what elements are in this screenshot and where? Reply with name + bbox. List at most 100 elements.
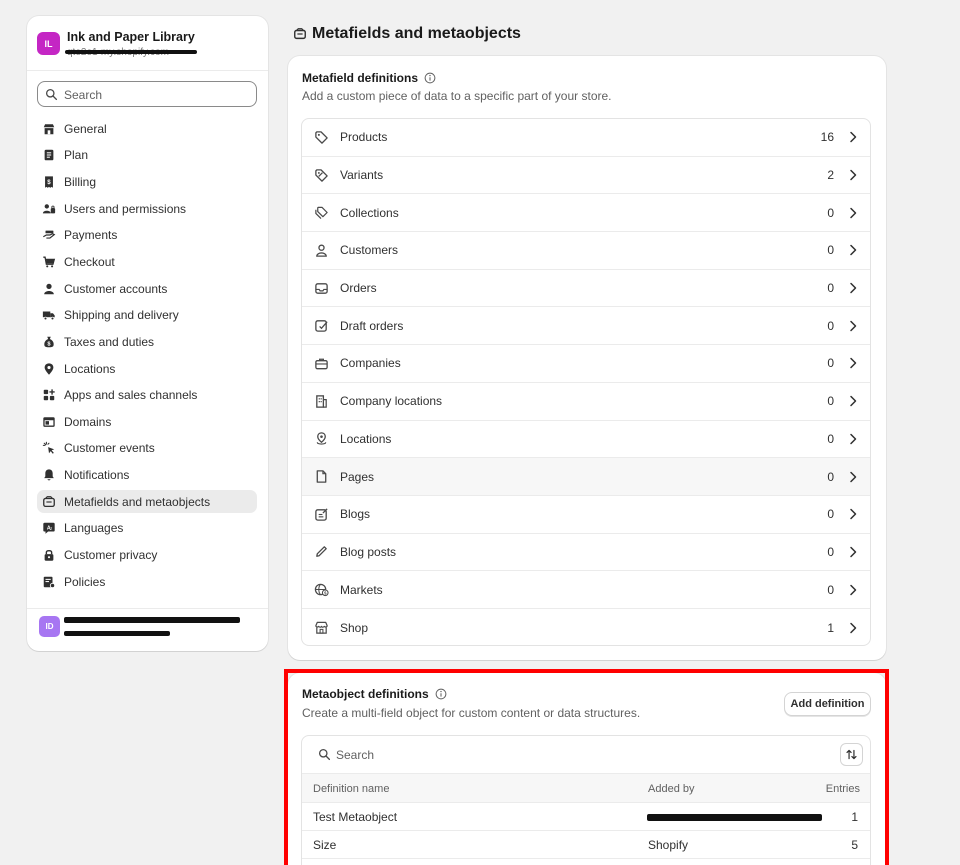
payment-hand-icon <box>41 227 57 243</box>
sidebar-item-users-and-permissions[interactable]: Users and permissions <box>37 197 257 221</box>
lock-icon <box>41 547 57 563</box>
variant-tag-icon <box>313 167 329 183</box>
sidebar-item-label: Customer privacy <box>64 548 158 562</box>
definition-count: 0 <box>827 394 834 409</box>
sidebar-item-label: General <box>64 121 107 136</box>
user-account[interactable]: ID <box>39 614 259 644</box>
definition-row-variants[interactable]: Variants 2 <box>302 157 870 195</box>
divider <box>27 70 268 71</box>
shop-icon <box>313 620 329 636</box>
metafield-definitions-card: Metafield definitions Add a custom piece… <box>288 56 886 660</box>
chevron-right-icon <box>850 245 857 256</box>
sidebar-item-payments[interactable]: Payments <box>37 224 257 248</box>
page-title-text: Metafields and metaobjects <box>312 25 521 42</box>
money-bag-icon: $ <box>41 334 57 350</box>
users-icon <box>41 201 57 217</box>
cursor-click-icon <box>41 440 57 456</box>
sidebar-item-apps-and-sales-channels[interactable]: Apps and sales channels <box>37 383 257 407</box>
user-avatar: ID <box>39 616 60 637</box>
settings-sidebar: IL Ink and Paper Library qte2e1-my.shopi… <box>27 16 268 651</box>
definition-row-markets[interactable]: $ Markets 0 <box>302 571 870 609</box>
sidebar-item-label: Metafields and metaobjects <box>64 494 211 509</box>
globe-dollar-icon: $ <box>313 582 329 598</box>
definition-row-blogs[interactable]: Blogs 0 <box>302 496 870 534</box>
svg-text:$: $ <box>47 179 51 186</box>
sidebar-item-shipping-and-delivery[interactable]: Shipping and delivery <box>37 303 257 327</box>
sidebar-item-customer-privacy[interactable]: Customer privacy <box>37 543 257 567</box>
definition-row-company-locations[interactable]: Company locations 0 <box>302 383 870 421</box>
definition-count: 0 <box>827 431 834 446</box>
briefcase-icon <box>313 355 329 371</box>
definition-row-locations[interactable]: Locations 0 <box>302 421 870 459</box>
sidebar-item-checkout[interactable]: Checkout <box>37 250 257 274</box>
sidebar-item-policies[interactable]: Policies <box>37 570 257 594</box>
sidebar-item-label: Apps and sales channels <box>64 388 198 403</box>
definition-row-draft-orders[interactable]: Draft orders 0 <box>302 307 870 346</box>
definition-label: Pages <box>340 469 375 484</box>
definition-count: 1 <box>827 620 834 635</box>
apps-icon <box>41 387 57 403</box>
sidebar-item-label: Locations <box>64 361 116 376</box>
definition-row-pages[interactable]: Pages 0 <box>302 458 870 496</box>
sidebar-item-locations[interactable]: Locations <box>37 357 257 381</box>
store-header[interactable]: IL Ink and Paper Library qte2e1-my.shopi… <box>37 30 257 66</box>
chevron-right-icon <box>850 508 857 520</box>
sidebar-item-label: Customer accounts <box>64 281 168 296</box>
definition-row-orders[interactable]: Orders 0 <box>302 270 870 308</box>
definition-row-companies[interactable]: Companies 0 <box>302 345 870 383</box>
chevron-right-icon <box>850 471 857 482</box>
sidebar-item-domains[interactable]: Domains <box>37 410 257 434</box>
sidebar-item-plan[interactable]: Plan <box>37 144 257 168</box>
store-avatar: IL <box>37 32 60 55</box>
sidebar-item-taxes-and-duties[interactable]: $ Taxes and duties <box>37 330 257 354</box>
sidebar-item-customer-events[interactable]: Customer events <box>37 437 257 461</box>
pencil-icon <box>313 544 329 560</box>
definition-row-blog-posts[interactable]: Blog posts 0 <box>302 534 870 572</box>
store-name: Ink and Paper Library <box>67 30 195 44</box>
sidebar-item-customer-accounts[interactable]: Customer accounts <box>37 277 257 301</box>
sidebar-item-languages[interactable]: Az Languages <box>37 517 257 541</box>
plan-icon <box>41 147 57 163</box>
cart-icon <box>41 254 57 270</box>
definition-label: Company locations <box>340 394 443 409</box>
definition-count: 0 <box>827 205 834 220</box>
sidebar-item-billing[interactable]: $ Billing <box>37 170 257 194</box>
redaction-scribble <box>65 50 197 54</box>
sidebar-item-general[interactable]: General <box>37 117 257 141</box>
sidebar-item-metafields-and-metaobjects[interactable]: Metafields and metaobjects <box>37 489 257 514</box>
search-input[interactable] <box>64 86 249 103</box>
sidebar-item-notifications[interactable]: Notifications <box>37 463 257 487</box>
definition-label: Blogs <box>340 507 371 522</box>
definition-count: 2 <box>827 168 834 183</box>
collection-tags-icon <box>313 205 329 221</box>
definition-row-products[interactable]: Products 16 <box>302 119 870 157</box>
chevron-right-icon <box>850 584 857 595</box>
sidebar-item-label: Policies <box>64 574 106 589</box>
definition-label: Draft orders <box>340 318 404 333</box>
sidebar-item-label: Users and permissions <box>64 201 187 216</box>
sidebar-item-label: Customer events <box>64 441 155 456</box>
definition-count: 0 <box>827 243 834 258</box>
location-outline-icon <box>313 431 329 447</box>
definition-label: Locations <box>340 431 392 446</box>
definition-row-customers[interactable]: Customers 0 <box>302 232 870 270</box>
chevron-right-icon <box>850 622 857 634</box>
definition-row-collections[interactable]: Collections 0 <box>302 194 870 233</box>
metafields-icon <box>294 28 306 40</box>
settings-search[interactable] <box>37 81 257 107</box>
sidebar-item-label: Notifications <box>64 468 130 483</box>
definition-count: 0 <box>827 356 834 371</box>
sidebar-item-label: Plan <box>64 148 89 163</box>
highlight-box <box>284 669 889 865</box>
page-title: Metafields and metaobjects <box>293 25 521 43</box>
definition-label: Companies <box>340 356 401 371</box>
definition-label: Orders <box>340 281 377 296</box>
sidebar-item-label: Checkout <box>64 254 115 269</box>
sidebar-item-label: Domains <box>64 414 112 429</box>
sidebar-item-label: Taxes and duties <box>64 334 155 349</box>
info-icon[interactable] <box>424 72 436 84</box>
definition-row-shop[interactable]: Shop 1 <box>302 609 870 645</box>
metafield-definitions-list: Products 16 Variants 2 Collections 0 Customers… <box>301 118 871 646</box>
truck-icon <box>41 307 57 323</box>
settings-nav: General Plan $ Billing Users and permissions… <box>37 117 257 597</box>
